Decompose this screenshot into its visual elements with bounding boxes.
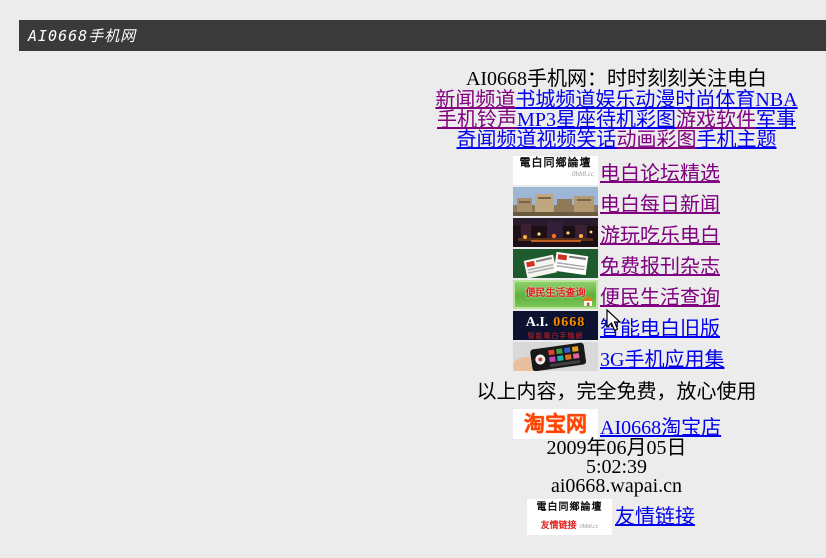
forum-banner-title: 電白同鄉論壇 — [513, 157, 598, 170]
link-free-magazines[interactable]: 免费报刊杂志 — [600, 256, 720, 278]
friend-links-banner-red-text: 友情链接 — [541, 515, 577, 535]
dianbai-forum-banner-image[interactable]: 電白同鄉論壇 0bb8.cc — [513, 156, 598, 185]
newspapers-graphic — [513, 249, 598, 278]
link-taobao-shop[interactable]: AI0668淘宝店 — [600, 417, 721, 439]
friend-links-banner-image[interactable]: 電白同鄉論壇 友情链接 0bb8.cc — [527, 499, 612, 535]
nav-link-animation[interactable]: 动画 — [617, 129, 657, 151]
site-tagline: AI0668手机网：时时刻刻关注电白 — [407, 68, 826, 90]
ai-brand-letters: A.I. — [526, 315, 549, 330]
nav-link-jokes[interactable]: 笑话 — [577, 129, 617, 151]
dianbai-city-night-photo[interactable] — [513, 218, 598, 247]
link-old-version-site[interactable]: 智能电白旧版 — [600, 318, 720, 340]
list-item: 便民生活查询 便民生活查询 — [513, 278, 826, 309]
nav-link-phone-themes[interactable]: 手机主题 — [697, 129, 777, 151]
taobao-logo-text: 淘宝网 — [524, 414, 587, 434]
house-icon — [582, 296, 594, 306]
nav-link-fashion[interactable]: 时尚 — [675, 89, 715, 111]
list-item: 免费报刊杂志 — [513, 247, 826, 278]
nav-link-nba[interactable]: NBA — [755, 89, 797, 111]
link-3g-apps[interactable]: 3G手机应用集 — [600, 349, 724, 371]
nav-link-news-channel[interactable]: 新闻频道 — [435, 89, 515, 111]
life-services-banner-image[interactable]: 便民生活查询 — [513, 280, 598, 309]
site-url: ai0668.wapai.cn — [407, 477, 826, 496]
link-daily-news[interactable]: 电白每日新闻 — [600, 194, 720, 216]
nav-link-ringtones[interactable]: 手机铃声 — [437, 109, 517, 131]
nav-link-horoscope[interactable]: 星座 — [556, 109, 596, 131]
footer-row: 電白同鄉論壇 友情链接 0bb8.cc 友情链接 — [527, 499, 826, 535]
nav-link-military[interactable]: 军事 — [756, 109, 796, 131]
list-item: 電白同鄉論壇 0bb8.cc 电白论坛精选 — [513, 154, 826, 185]
nav-links-row-2: 手机铃声MP3星座待机彩图游戏软件军事 — [407, 110, 826, 130]
link-forum-highlights[interactable]: 电白论坛精选 — [600, 163, 720, 185]
list-item: 游玩吃乐电白 — [513, 216, 826, 247]
ai-brand-subtitle: 智能電白手機網 — [513, 332, 598, 340]
link-life-services[interactable]: 便民生活查询 — [600, 287, 720, 309]
nav-link-entertainment-anime[interactable]: 娱乐动漫 — [595, 89, 675, 111]
nav-link-video[interactable]: 视频 — [537, 129, 577, 151]
nav-links-row-3: 奇闻频道视频笑话动画彩图手机主题 — [407, 130, 826, 150]
nav-link-sports[interactable]: 体育 — [715, 89, 755, 111]
3g-phone-graphic — [513, 342, 598, 371]
thumbnail-link-list: 電白同鄉論壇 0bb8.cc 电白论坛精选 — [513, 154, 826, 371]
city-day-graphic — [513, 187, 598, 216]
list-item: 电白每日新闻 — [513, 185, 826, 216]
newspapers-photo[interactable] — [513, 249, 598, 278]
dianbai-city-day-photo[interactable] — [513, 187, 598, 216]
friend-links-banner-caption: 0bb8.cc — [580, 517, 599, 535]
free-content-notice: 以上内容，完全免费，放心使用 — [407, 382, 826, 402]
forum-banner-caption: 0bb8.cc — [513, 170, 598, 178]
ai-brand-number: 0668 — [553, 315, 585, 330]
taobao-logo-image[interactable]: 淘宝网 — [513, 409, 598, 439]
list-item: 3G手机应用集 — [513, 340, 826, 371]
link-friend-links[interactable]: 友情链接 — [615, 506, 695, 528]
nav-link-wallpapers[interactable]: 待机彩图 — [596, 109, 676, 131]
nav-link-odd-news[interactable]: 奇闻频道 — [457, 129, 537, 151]
friend-links-banner-title: 電白同鄉論壇 — [527, 501, 612, 515]
city-night-graphic — [513, 218, 598, 247]
nav-links-row-1: 新闻频道书城频道娱乐动漫时尚体育NBA — [407, 90, 826, 110]
main-content: AI0668手机网：时时刻刻关注电白 新闻频道书城频道娱乐动漫时尚体育NBA 手… — [407, 68, 826, 535]
nav-link-mp3[interactable]: MP3 — [517, 109, 556, 131]
link-fun-food-travel[interactable]: 游玩吃乐电白 — [600, 225, 720, 247]
window-title-bar: AI0668手机网 — [19, 20, 826, 51]
3g-phone-photo[interactable] — [513, 342, 598, 371]
nav-link-games[interactable]: 游戏 — [676, 109, 716, 131]
ai0668-brand-banner-image[interactable]: A.I. 0668 智能電白手機網 — [513, 311, 598, 340]
list-item: A.I. 0668 智能電白手機網 智能电白旧版 — [513, 309, 826, 340]
nav-link-book-channel[interactable]: 书城频道 — [515, 89, 595, 111]
nav-link-software[interactable]: 软件 — [716, 109, 756, 131]
taobao-row: 淘宝网 AI0668淘宝店 — [513, 407, 826, 439]
page-title: AI0668手机网 — [19, 25, 136, 46]
nav-link-color-pics[interactable]: 彩图 — [657, 129, 697, 151]
